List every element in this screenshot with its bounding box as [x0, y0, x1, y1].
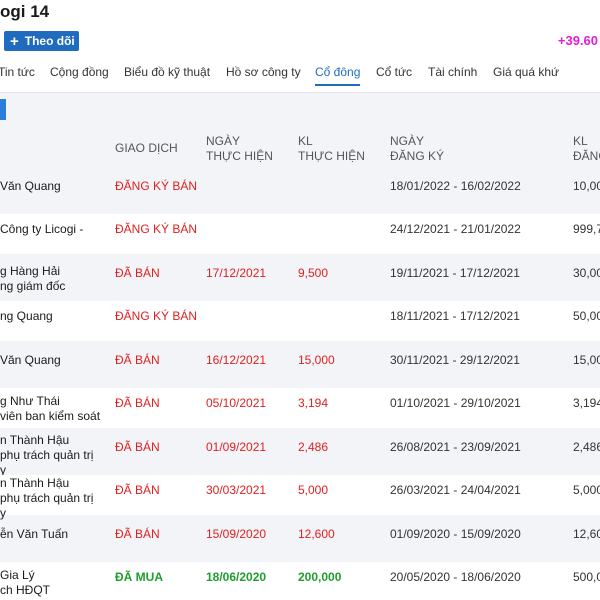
cell-reg: 01/10/2021 - 29/10/2021 [390, 396, 521, 410]
table-row[interactable]: Gia Lý ch HĐQT ĐÃ MUA 18/06/2020 200,000 20/0… [0, 562, 600, 600]
cell-vol: 15,000 [298, 353, 335, 367]
cell-type: ĐÃ MUA [115, 570, 163, 584]
cell-vol: 9,500 [298, 266, 329, 280]
cell-name: Công ty Licogi - [0, 222, 84, 236]
cell-vol: 200,000 [298, 570, 342, 584]
cell-type: ĐĂNG KÝ BÁN [115, 309, 198, 323]
header-reg-volume: KL ĐĂNG [573, 134, 600, 164]
header-reg-date-line1: NGÀY [390, 134, 425, 148]
cell-type: ĐÃ BÁN [115, 483, 160, 497]
cell-name: Văn Quang [0, 179, 61, 193]
cell-date: 17/12/2021 [206, 266, 267, 280]
cell-name: n Thành Hậu [0, 476, 70, 490]
cell-regvol: 12,60 [573, 527, 600, 541]
cell-date: 30/03/2021 [206, 483, 267, 497]
header-exec-volume: KL THỰC HIỆN [298, 134, 365, 164]
cell-vol: 5,000 [298, 483, 329, 497]
cell-type: ĐÃ BÁN [115, 527, 160, 541]
cell-name: g Hàng Hải [0, 264, 61, 278]
cell-date: 16/12/2021 [206, 353, 267, 367]
header-exec-date-line1: NGÀY [206, 134, 241, 148]
tab-price-history[interactable]: Giá quá khứ [493, 65, 559, 79]
header-exec-date: NGÀY THỰC HIỆN [206, 134, 273, 164]
cell-name: g Như Thái [0, 394, 60, 408]
header-reg-date-line2: ĐĂNG KÝ [390, 149, 445, 163]
header-transaction: GIAO DỊCH [115, 141, 178, 155]
cell-reg: 30/11/2021 - 29/12/2021 [390, 353, 520, 367]
table-row[interactable]: Văn Quang ĐÃ BÁN 16/12/2021 15,000 30/11/202… [0, 345, 600, 385]
table-row[interactable]: n Thành Hậu phụ trách quản trị y ĐÃ BÁN 30/0… [0, 475, 600, 520]
cell-regvol: 10,00 [573, 179, 600, 193]
cell-vol: 12,600 [298, 527, 335, 541]
cell-date: 18/06/2020 [206, 570, 267, 584]
cell-date: 05/10/2021 [206, 396, 267, 410]
table-row[interactable]: ng Quang ĐĂNG KÝ BÁN 18/11/2021 - 17/12/20… [0, 301, 600, 341]
cell-name: ễn Văn Tuấn [0, 527, 69, 541]
cell-regvol: 50,00 [573, 309, 600, 323]
cell-type: ĐÃ BÁN [115, 353, 160, 367]
cell-type: ĐÃ BÁN [115, 396, 160, 410]
cell-name: ng Quang [0, 309, 53, 323]
cell-vol: 3,194 [298, 396, 329, 410]
table-row[interactable]: n Thành Hậu phụ trách quản trị y ĐÃ BÁN 01/0… [0, 432, 600, 477]
table-row[interactable]: Công ty Licogi - ĐĂNG KÝ BÁN 24/12/2021 - … [0, 214, 600, 254]
cell-regvol: 3,194 [573, 396, 600, 410]
header-reg-volume-line2: ĐĂNG [573, 149, 600, 163]
table-row[interactable]: g Hàng Hải ng giám đốc ĐÃ BÁN 17/12/2021 9,5… [0, 258, 600, 298]
cell-type: ĐÃ BÁN [115, 440, 160, 454]
cell-name: n Thành Hậu [0, 433, 70, 447]
tab-technical-chart[interactable]: Biểu đồ kỹ thuật [124, 65, 210, 79]
table-row[interactable]: Văn Quang ĐĂNG KÝ BÁN 18/01/2022 - 16/02/2… [0, 171, 600, 211]
follow-button[interactable]: + Theo dõi [4, 31, 79, 51]
cell-vol: 2,486 [298, 440, 329, 454]
header-exec-date-line2: THỰC HIỆN [206, 149, 273, 163]
tab-dividends[interactable]: Cổ tức [376, 65, 412, 79]
table-row[interactable]: g Như Thái viên ban kiểm soát ĐÃ BÁN 05/10/… [0, 388, 600, 428]
cell-role: phụ trách quản trị [0, 448, 94, 462]
tab-community[interactable]: Cộng đồng [50, 65, 109, 79]
cell-name: Gia Lý [0, 568, 35, 582]
cell-type: ĐĂNG KÝ BÁN [115, 222, 198, 236]
header-reg-date: NGÀY ĐĂNG KÝ [390, 134, 444, 164]
cell-date: 15/09/2020 [206, 527, 267, 541]
cell-regvol: 500,0 [573, 570, 600, 584]
tab-shareholders[interactable]: Cổ đông [315, 65, 361, 86]
cell-reg: 24/12/2021 - 21/01/2022 [390, 222, 521, 236]
cell-reg: 18/01/2022 - 16/02/2022 [390, 179, 521, 193]
cell-role: phụ trách quản trị [0, 491, 94, 505]
page-title: ogi 14 [0, 2, 50, 21]
cell-reg: 18/11/2021 - 17/12/2021 [390, 309, 520, 323]
table-row[interactable]: ễn Văn Tuấn ĐÃ BÁN 15/09/2020 12,600 01/09/2… [0, 519, 600, 559]
cell-regvol: 15,00 [573, 353, 600, 367]
tab-financials[interactable]: Tài chính [428, 65, 477, 79]
price-change: +39.60 [557, 33, 598, 48]
filter-button[interactable] [0, 99, 6, 120]
cell-role: ch HĐQT [0, 583, 51, 597]
tab-news[interactable]: Tin tức [0, 65, 35, 79]
cell-reg: 01/09/2020 - 15/09/2020 [390, 527, 521, 541]
cell-regvol: 2,486 [573, 440, 600, 454]
cell-type: ĐĂNG KÝ BÁN [115, 179, 198, 193]
tab-company-profile[interactable]: Hồ sơ công ty [226, 65, 301, 79]
header-exec-volume-line2: THỰC HIỆN [298, 149, 365, 163]
cell-regvol: 30,00 [573, 266, 600, 280]
cell-regvol: 999,7 [573, 222, 600, 236]
header-exec-volume-line1: KL [298, 134, 313, 148]
cell-reg: 26/08/2021 - 23/09/2021 [390, 440, 521, 454]
tab-bar: Tin tức Cộng đồng Biểu đồ kỹ thuật Hồ sơ… [0, 65, 600, 87]
header-reg-volume-line1: KL [573, 134, 588, 148]
cell-role: viên ban kiểm soát [0, 409, 101, 423]
cell-role: ng giám đốc [0, 279, 66, 293]
cell-name: Văn Quang [0, 353, 61, 367]
follow-button-label: Theo dõi [24, 34, 75, 48]
cell-reg: 20/05/2020 - 18/06/2020 [390, 570, 521, 584]
cell-date: 01/09/2021 [206, 440, 267, 454]
cell-reg: 19/11/2021 - 17/12/2021 [390, 266, 520, 280]
plus-icon: + [10, 32, 19, 50]
cell-reg: 26/03/2021 - 24/04/2021 [390, 483, 521, 497]
cell-regvol: 5,000 [573, 483, 600, 497]
cell-type: ĐÃ BÁN [115, 266, 160, 280]
